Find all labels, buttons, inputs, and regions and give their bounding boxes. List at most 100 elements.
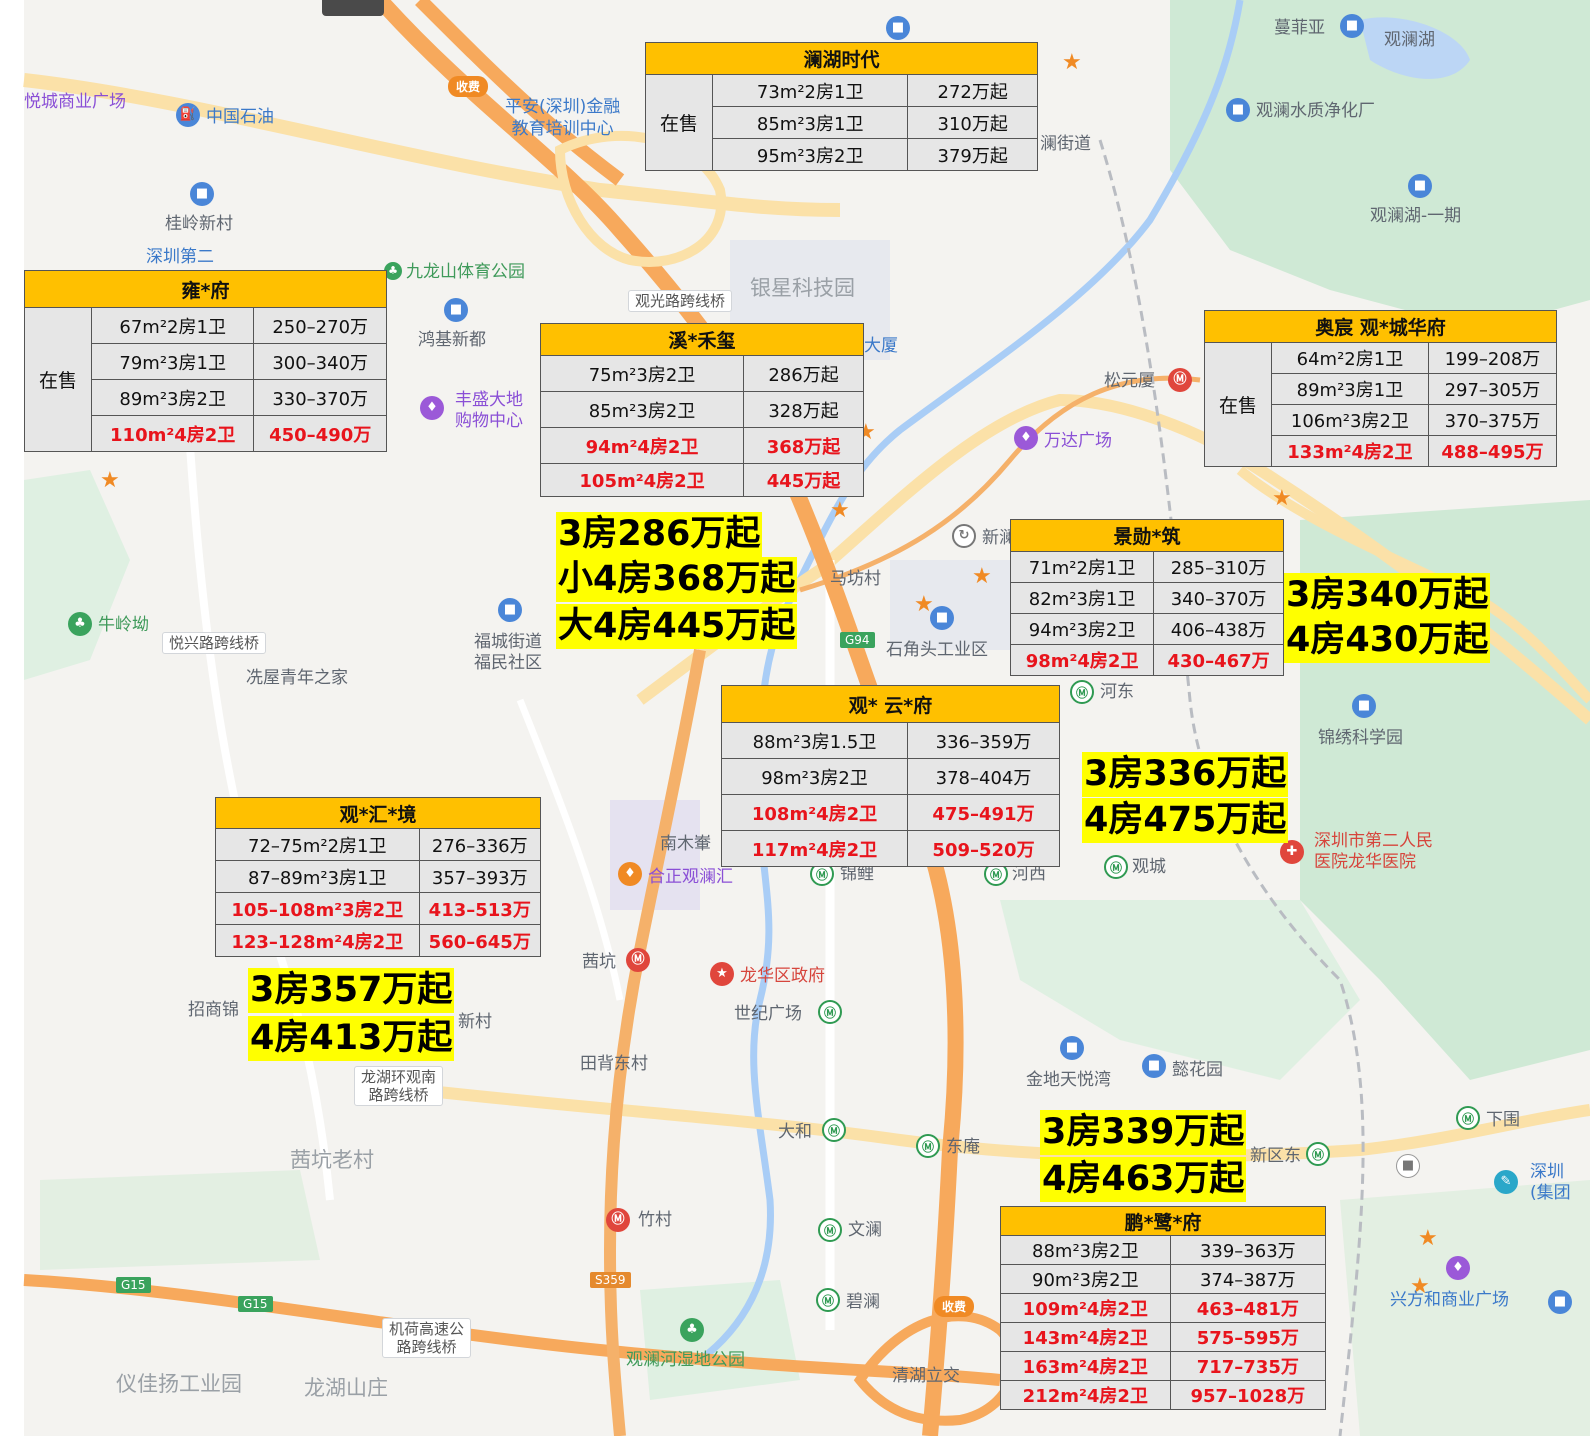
- building-icon[interactable]: ■: [1226, 98, 1250, 122]
- building-icon[interactable]: ■: [1408, 174, 1432, 198]
- park-icon[interactable]: ♣: [680, 1318, 704, 1342]
- metro-icon[interactable]: Ⓜ: [816, 1288, 840, 1312]
- label-manfeiya[interactable]: 蔓菲亚: [1274, 18, 1325, 38]
- label-xiawei[interactable]: 下围: [1486, 1110, 1520, 1130]
- metro-station-icon[interactable]: Ⓜ: [606, 1208, 630, 1232]
- building-icon[interactable]: ■: [930, 606, 954, 630]
- label-wenlan[interactable]: 文澜: [848, 1220, 882, 1240]
- mall-icon[interactable]: ♦: [1446, 1256, 1470, 1280]
- label-jindi[interactable]: 金地天悦湾: [1026, 1070, 1111, 1090]
- label-songyuansha[interactable]: 松元厦: [1104, 371, 1155, 391]
- mall-icon[interactable]: ♦: [1014, 426, 1038, 450]
- label-guanlanhu1[interactable]: 观澜湖-一期: [1370, 206, 1461, 226]
- label-guanlanhu[interactable]: 观澜湖: [1384, 30, 1435, 50]
- building-icon[interactable]: ■: [1340, 14, 1364, 38]
- metro-icon[interactable]: Ⓜ: [818, 1000, 842, 1024]
- building-icon[interactable]: ■: [1548, 1290, 1572, 1314]
- label-wanda[interactable]: 万达广场: [1044, 431, 1112, 451]
- park-icon[interactable]: ♣: [68, 612, 92, 636]
- label-longhua-gov[interactable]: 龙华区政府: [740, 966, 825, 986]
- label-hedong[interactable]: 河东: [1100, 682, 1134, 702]
- metro-icon[interactable]: Ⓜ: [1456, 1106, 1480, 1130]
- label-nanmu[interactable]: 南木輋: [660, 834, 711, 854]
- label-fengsheng[interactable]: 丰盛大地 购物中心: [455, 390, 523, 432]
- label-shijiaotou[interactable]: 石角头工业区: [886, 640, 988, 660]
- label-guanlan-water[interactable]: 观澜水质净化厂: [1256, 101, 1375, 121]
- label-niulingao[interactable]: 牛岭坳: [98, 615, 149, 635]
- map-top-button[interactable]: [322, 0, 384, 16]
- label-yuecheng-mall[interactable]: 悦城商业广场: [24, 92, 126, 112]
- label-pingan[interactable]: 平安(深圳)金融 教育培训中心: [505, 96, 620, 140]
- building-icon[interactable]: ■: [498, 598, 522, 622]
- label-jinli[interactable]: 锦鲤: [840, 864, 874, 884]
- label-yinxing[interactable]: 银星科技园: [750, 278, 855, 299]
- metro-icon[interactable]: Ⓜ: [1306, 1142, 1330, 1166]
- government-icon[interactable]: ★: [710, 962, 734, 986]
- bridge-longhuan[interactable]: 龙湖环观南 路跨线桥: [354, 1066, 444, 1106]
- mall-icon[interactable]: ♦: [420, 396, 444, 420]
- star-icon[interactable]: ★: [1272, 488, 1292, 510]
- metro-icon[interactable]: Ⓜ: [818, 1218, 842, 1242]
- bridge-jihe[interactable]: 机荷高速公 路跨线桥: [382, 1318, 472, 1358]
- building-icon[interactable]: ■: [886, 16, 910, 40]
- mall-icon[interactable]: ♦: [618, 862, 642, 886]
- star-icon[interactable]: ★: [100, 470, 120, 492]
- education-icon[interactable]: ✎: [1494, 1170, 1518, 1194]
- label-xiwu[interactable]: 冼屋青年之家: [246, 668, 348, 688]
- star-icon[interactable]: ★: [830, 500, 850, 522]
- label-shiji[interactable]: 世纪广场: [734, 1004, 802, 1024]
- hospital-icon[interactable]: ✚: [1280, 840, 1304, 864]
- label-bilan[interactable]: 碧澜: [846, 1292, 880, 1312]
- bridge-guanguang[interactable]: 观光路跨线桥: [628, 290, 733, 312]
- building-icon[interactable]: ■: [1142, 1054, 1166, 1078]
- label-zhucun[interactable]: 竹村: [638, 1210, 672, 1230]
- label-dongan[interactable]: 东庵: [946, 1137, 980, 1157]
- label-dahe[interactable]: 大和: [778, 1122, 812, 1142]
- label-longhu[interactable]: 龙湖山庄: [304, 1378, 388, 1399]
- label-qiankeng-old[interactable]: 茜坑老村: [290, 1150, 374, 1171]
- bridge-yuexing[interactable]: 悦兴路跨线桥: [162, 632, 267, 654]
- metro-icon[interactable]: Ⓜ: [1070, 680, 1094, 704]
- star-icon[interactable]: ★: [1418, 1228, 1438, 1250]
- label-fucheng[interactable]: 福城街道 福民社区: [474, 632, 542, 674]
- summary-line: 3房336万起: [1082, 752, 1289, 797]
- label-lanjiedao[interactable]: 澜街道: [1040, 134, 1091, 154]
- metro-icon[interactable]: Ⓜ: [916, 1134, 940, 1158]
- label-sinopec[interactable]: 中国石油: [206, 107, 274, 127]
- label-yihua[interactable]: 懿花园: [1172, 1060, 1223, 1080]
- building-icon[interactable]: ■: [444, 298, 468, 322]
- label-wetland[interactable]: 观澜河湿地公园: [626, 1350, 745, 1370]
- label-qinghu[interactable]: 清湖立交: [892, 1366, 960, 1386]
- label-guilingxin[interactable]: 桂岭新村: [165, 214, 233, 234]
- label-xingfang[interactable]: 兴方和商业广场: [1390, 1290, 1509, 1310]
- star-icon[interactable]: ★: [1062, 52, 1082, 74]
- star-icon[interactable]: ★: [972, 566, 992, 588]
- metro-station-icon[interactable]: Ⓜ: [1168, 368, 1192, 392]
- metro-icon[interactable]: Ⓜ: [822, 1118, 846, 1142]
- label-shenzhen2[interactable]: 深圳第二: [146, 247, 214, 267]
- label-jiulongshan[interactable]: 九龙山体育公园: [406, 262, 525, 282]
- label-tianbei[interactable]: 田背东村: [580, 1054, 648, 1074]
- label-jinxiu[interactable]: 锦绣科学园: [1318, 728, 1403, 748]
- label-dasha[interactable]: 大厦: [864, 336, 898, 356]
- gas-station-icon[interactable]: ⛽: [176, 103, 200, 127]
- label-yijiayang[interactable]: 仪佳扬工业园: [116, 1374, 242, 1395]
- label-zhaoshang[interactable]: 招商锦: [188, 1000, 239, 1020]
- label-xincun[interactable]: 新村: [458, 1012, 492, 1032]
- interchange-icon[interactable]: ↻: [952, 524, 976, 548]
- metro-station-icon[interactable]: Ⓜ: [626, 948, 650, 972]
- label-shenzhen-right[interactable]: 深圳 (集团: [1530, 1162, 1571, 1204]
- label-xinqudong[interactable]: 新区东: [1250, 1146, 1301, 1166]
- label-guancheng[interactable]: 观城: [1132, 857, 1166, 877]
- metro-icon[interactable]: Ⓜ: [1104, 855, 1128, 879]
- label-qiankeng[interactable]: 茜坑: [582, 952, 616, 972]
- label-hexi[interactable]: 河西: [1012, 864, 1046, 884]
- building-icon[interactable]: ■: [1396, 1154, 1420, 1178]
- label-hezheng[interactable]: 合正观澜汇: [648, 867, 733, 887]
- label-hongji[interactable]: 鸿基新都: [418, 330, 486, 350]
- building-icon[interactable]: ■: [190, 182, 214, 206]
- label-hospital[interactable]: 深圳市第二人民 医院龙华医院: [1314, 831, 1433, 873]
- building-icon[interactable]: ■: [1060, 1036, 1084, 1060]
- building-icon[interactable]: ■: [1352, 694, 1376, 718]
- label-mafang[interactable]: 马坊村: [830, 569, 881, 589]
